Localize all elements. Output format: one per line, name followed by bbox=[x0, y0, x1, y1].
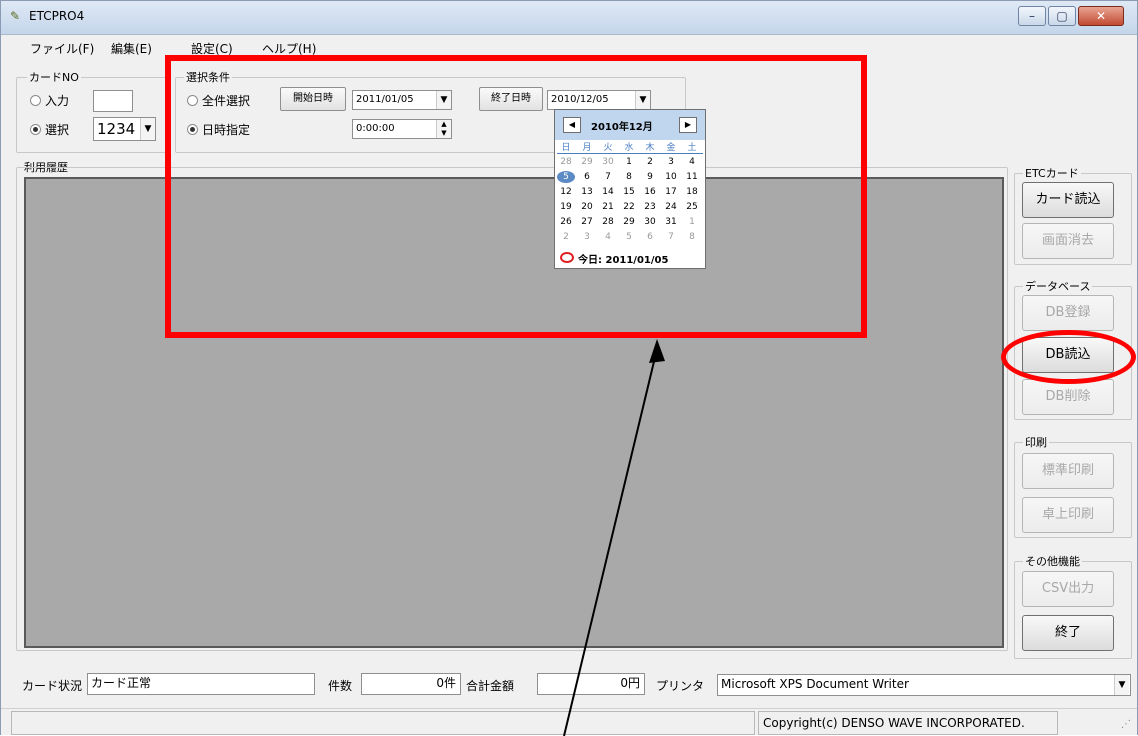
total-amount-field: 0円 bbox=[537, 673, 645, 695]
etc-card-group-label: ETCカード bbox=[1023, 165, 1081, 181]
database-group-label: データベース bbox=[1023, 278, 1093, 294]
db-register-button[interactable]: DB登録 bbox=[1022, 295, 1114, 331]
count-label: 件数 bbox=[328, 679, 353, 693]
desktop-print-button[interactable]: 卓上印刷 bbox=[1022, 497, 1114, 533]
menu-file[interactable]: ファイル(F) bbox=[30, 40, 94, 57]
annotation-highlight-ellipse bbox=[1001, 330, 1136, 384]
printer-select-value: Microsoft XPS Document Writer bbox=[721, 677, 909, 691]
csv-export-button[interactable]: CSV出力 bbox=[1022, 571, 1114, 607]
chevron-down-icon[interactable]: ▼ bbox=[140, 118, 155, 140]
card-read-button[interactable]: カード読込 bbox=[1022, 182, 1114, 218]
card-input-label: 入力 bbox=[45, 94, 70, 108]
card-status-label: カード状況 bbox=[22, 679, 83, 693]
window-title: ETCPRO4 bbox=[29, 9, 85, 23]
card-no-group-label: カードNO bbox=[27, 69, 81, 85]
minimize-button[interactable]: – bbox=[1018, 6, 1046, 26]
other-functions-group-label: その他機能 bbox=[1023, 553, 1082, 569]
resize-grip-icon[interactable]: ⋰ bbox=[1121, 719, 1131, 730]
count-field: 0件 bbox=[361, 673, 461, 695]
print-group-label: 印刷 bbox=[1023, 434, 1049, 450]
card-no-group bbox=[16, 77, 168, 153]
title-bar[interactable]: ✎ ETCPRO4 – ▢ ✕ bbox=[1, 1, 1137, 35]
standard-print-button[interactable]: 標準印刷 bbox=[1022, 453, 1114, 489]
annotation-highlight-rect bbox=[165, 55, 867, 338]
card-no-select[interactable]: 1234 ▼ bbox=[93, 117, 156, 141]
menu-edit[interactable]: 編集(E) bbox=[111, 40, 152, 57]
app-icon: ✎ bbox=[10, 9, 21, 23]
card-status-field: カード正常 bbox=[87, 673, 315, 695]
card-input-radio[interactable] bbox=[30, 95, 41, 106]
total-amount-label: 合計金額 bbox=[466, 679, 515, 693]
exit-button[interactable]: 終了 bbox=[1022, 615, 1114, 651]
close-button[interactable]: ✕ bbox=[1078, 6, 1124, 26]
card-select-label: 選択 bbox=[45, 123, 70, 137]
card-no-select-value: 1234 bbox=[97, 120, 136, 138]
chevron-down-icon[interactable]: ▼ bbox=[1114, 675, 1129, 695]
db-delete-button[interactable]: DB削除 bbox=[1022, 379, 1114, 415]
printer-select[interactable]: Microsoft XPS Document Writer ▼ bbox=[717, 674, 1131, 696]
maximize-button[interactable]: ▢ bbox=[1048, 6, 1076, 26]
clear-screen-button[interactable]: 画面消去 bbox=[1022, 223, 1114, 259]
status-bar: Copyright(c) DENSO WAVE INCORPORATED. ⋰ bbox=[1, 708, 1137, 735]
printer-label: プリンタ bbox=[656, 679, 705, 693]
card-no-input[interactable] bbox=[93, 90, 133, 112]
copyright-text: Copyright(c) DENSO WAVE INCORPORATED. bbox=[758, 711, 1058, 735]
card-select-radio[interactable] bbox=[30, 124, 41, 135]
app-window: ✎ ETCPRO4 – ▢ ✕ ファイル(F) 編集(E) 設定(C) ヘルプ(… bbox=[0, 0, 1138, 736]
status-panel-main bbox=[11, 711, 755, 735]
